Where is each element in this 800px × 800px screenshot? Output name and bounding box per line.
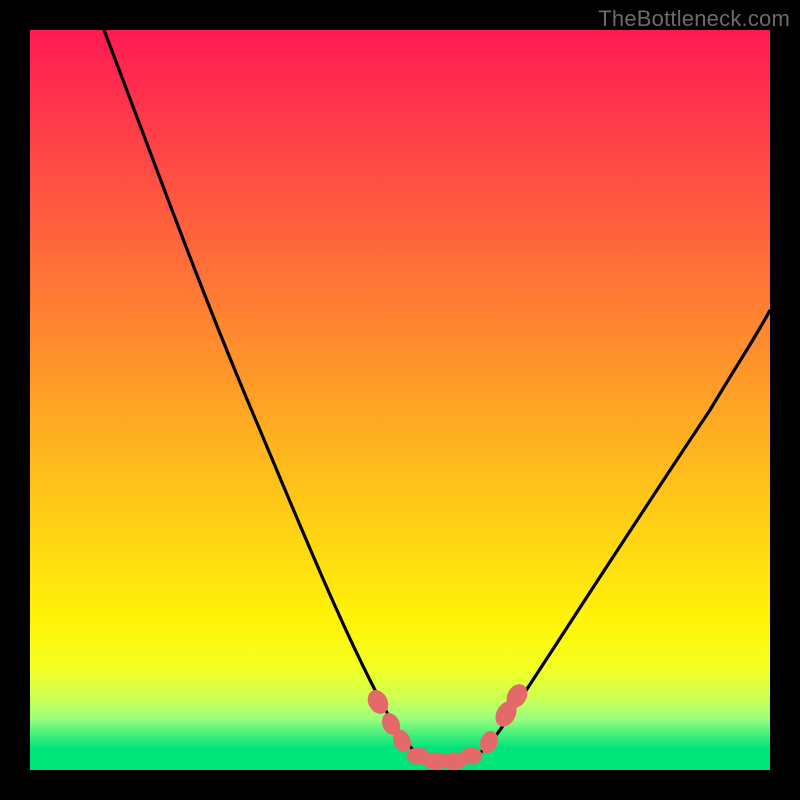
curve-layer [30, 30, 770, 770]
chart-frame: TheBottleneck.com [0, 0, 800, 800]
highlight-dots [364, 681, 530, 769]
bottleneck-curve [104, 30, 770, 765]
watermark-text: TheBottleneck.com [598, 6, 790, 32]
plot-area [30, 30, 770, 770]
